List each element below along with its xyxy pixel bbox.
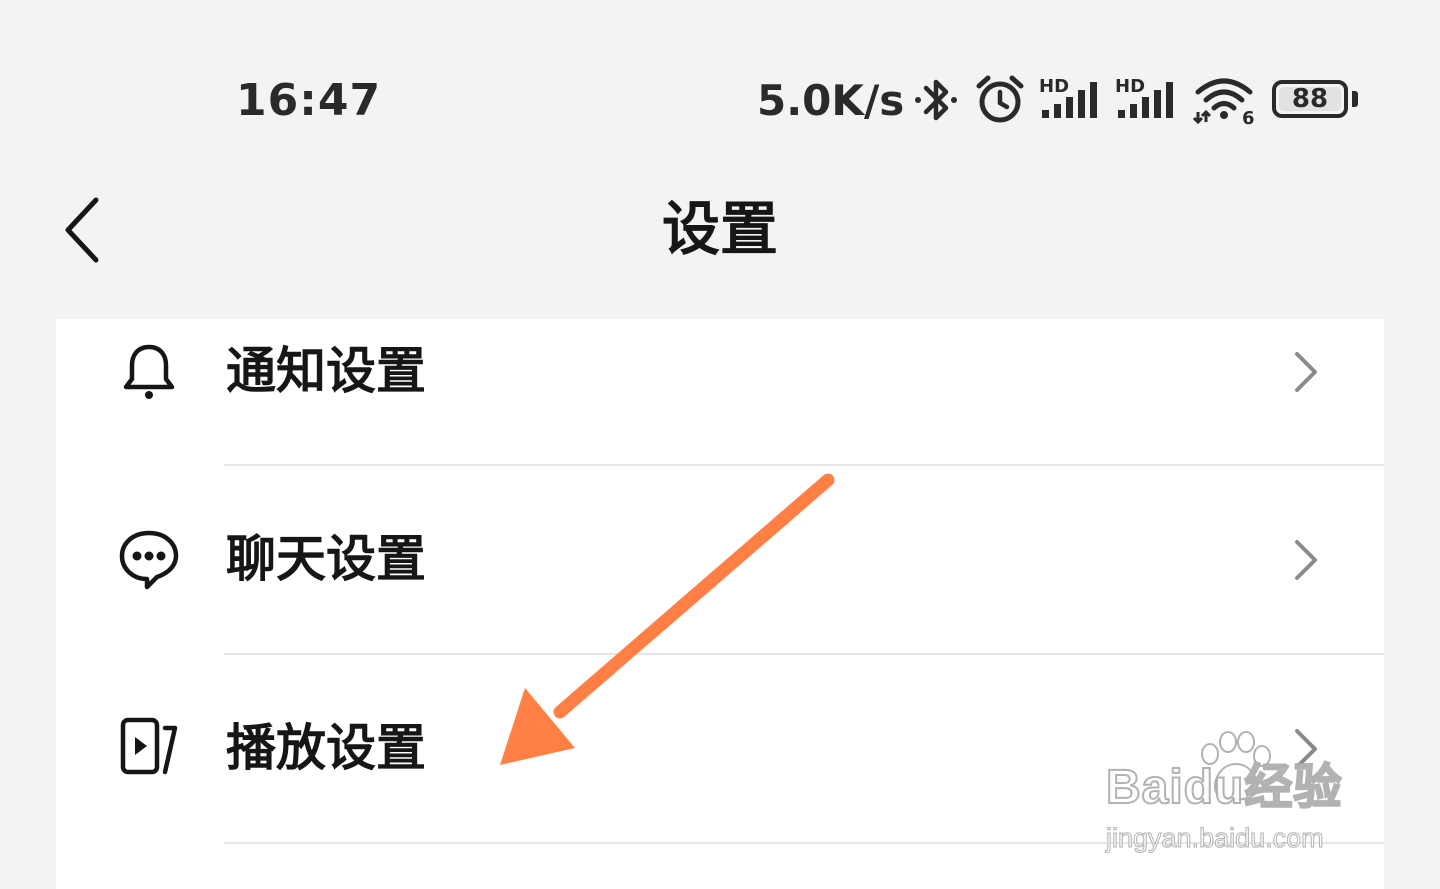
- wifi-icon: 6: [1192, 78, 1255, 128]
- svg-text:6: 6: [1242, 108, 1255, 128]
- status-time: 16:47: [236, 75, 382, 126]
- chevron-right-icon: [1288, 535, 1324, 585]
- settings-item-label: 通知设置: [226, 342, 426, 400]
- svg-text:HD: HD: [1115, 76, 1145, 97]
- battery-icon: 88: [1272, 80, 1348, 118]
- settings-item-playback[interactable]: 播放设置: [56, 655, 1384, 843]
- hd-signal-icon: HD: [1115, 76, 1173, 118]
- alarm-icon: [976, 75, 1024, 123]
- chevron-right-icon: [1288, 347, 1324, 397]
- battery-tip: [1352, 91, 1358, 107]
- hd-signal-icon: HD: [1039, 76, 1097, 118]
- network-speed: 5.0K/s: [757, 76, 905, 125]
- settings-item-label: 聊天设置: [226, 530, 426, 588]
- settings-list: 通知设置 聊天设置 播放设置: [56, 319, 1384, 889]
- play-screen-icon: [116, 715, 182, 781]
- phone-screen: 16:47 5.0K/s HD HD 6 88 设置 通知设置 聊天设置 播放设…: [0, 0, 1440, 889]
- page-title: 设置: [661, 195, 778, 263]
- battery-level: 88: [1291, 84, 1329, 114]
- chat-bubble-icon: [116, 526, 182, 592]
- chevron-right-icon: [1288, 724, 1324, 774]
- divider: [224, 842, 1384, 844]
- bluetooth-icon: [915, 79, 957, 121]
- settings-item-chat[interactable]: 聊天设置: [56, 466, 1384, 654]
- svg-text:HD: HD: [1039, 76, 1069, 97]
- nav-header: 设置: [0, 170, 1440, 290]
- bell-icon: [116, 339, 182, 405]
- status-bar: 16:47 5.0K/s HD HD 6 88: [0, 0, 1440, 150]
- settings-item-label: 播放设置: [226, 719, 426, 777]
